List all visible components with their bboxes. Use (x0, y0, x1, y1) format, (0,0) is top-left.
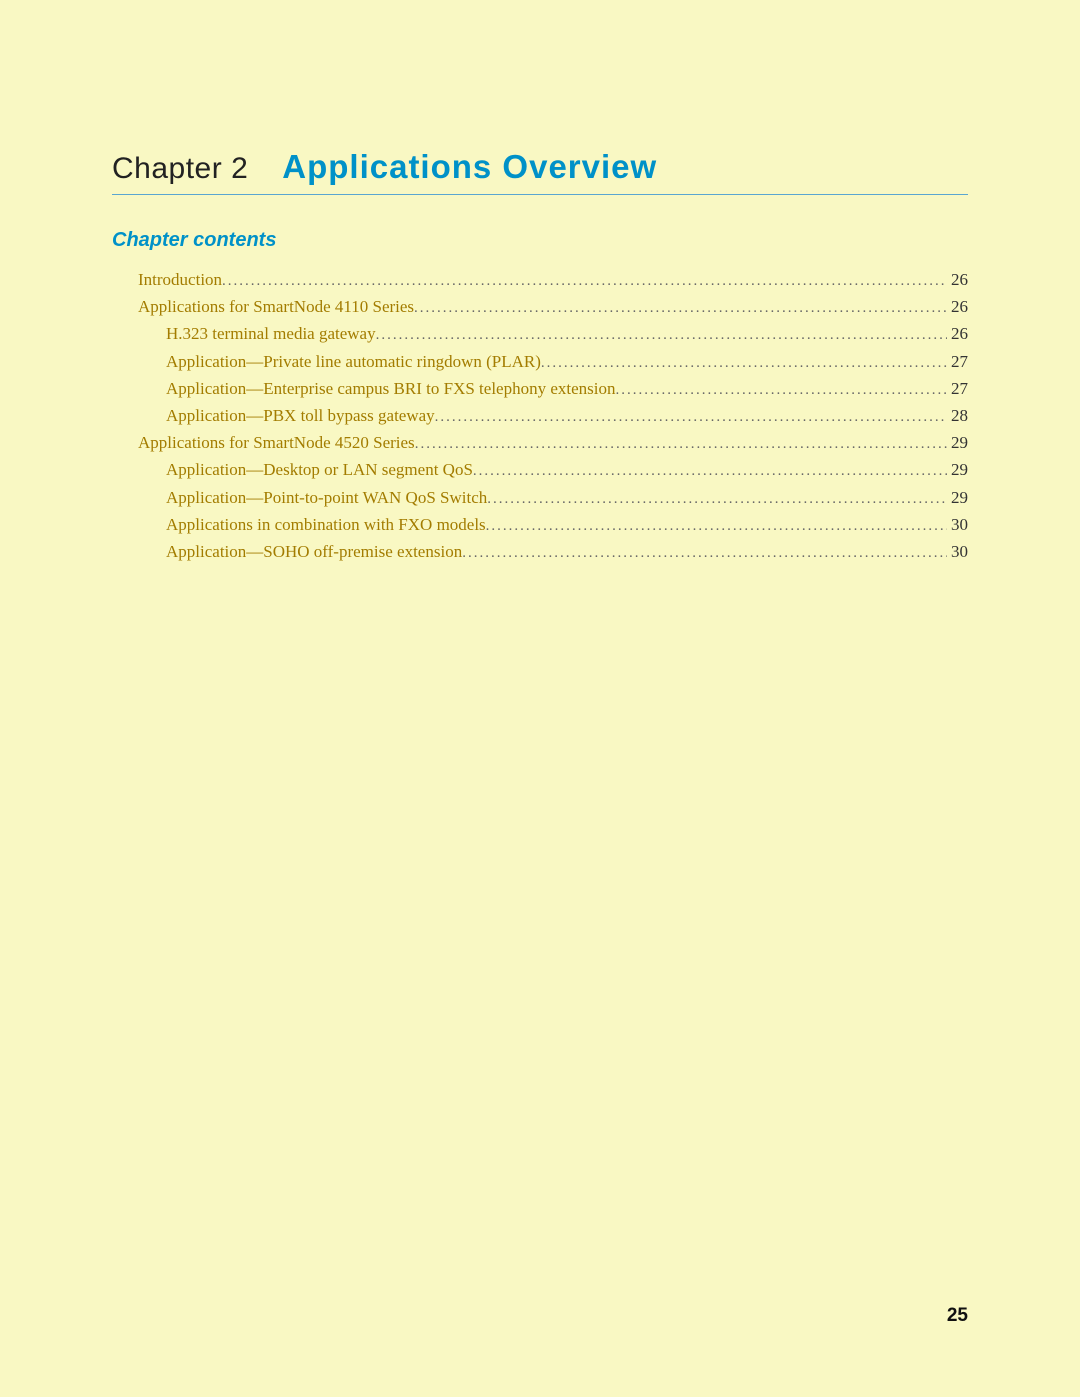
toc-entry-label: Application—Desktop or LAN segment QoS (166, 456, 473, 483)
chapter-heading: Chapter 2 Applications Overview (112, 148, 968, 195)
toc-leader-dots (435, 405, 947, 429)
toc-entry-label: Applications for SmartNode 4520 Series (138, 429, 415, 456)
chapter-title: Applications Overview (282, 148, 657, 185)
toc-entry[interactable]: H.323 terminal media gateway 26 (112, 320, 968, 347)
document-page: Chapter 2 Applications Overview Chapter … (0, 0, 1080, 565)
table-of-contents: Introduction26Applications for SmartNode… (112, 266, 968, 565)
toc-entry[interactable]: Application—PBX toll bypass gateway 28 (112, 402, 968, 429)
chapter-label: Chapter 2 (112, 152, 248, 185)
toc-entry[interactable]: Applications for SmartNode 4520 Series 2… (112, 429, 968, 456)
toc-leader-dots (462, 541, 947, 565)
toc-entry-page: 30 (947, 511, 968, 538)
toc-entry-label: Applications in combination with FXO mod… (166, 511, 486, 538)
toc-leader-dots (414, 296, 947, 320)
toc-entry-page: 27 (947, 348, 968, 375)
toc-entry-page: 29 (947, 456, 968, 483)
toc-entry-page: 27 (947, 375, 968, 402)
toc-entry-label: Introduction (138, 266, 222, 293)
toc-entry-label: Application—PBX toll bypass gateway (166, 402, 435, 429)
toc-entry[interactable]: Application—Private line automatic ringd… (112, 348, 968, 375)
toc-entry[interactable]: Application—SOHO off-premise extension 3… (112, 538, 968, 565)
toc-entry-page: 26 (947, 266, 968, 293)
toc-leader-dots (415, 432, 947, 456)
toc-leader-dots (473, 459, 947, 483)
toc-leader-dots (487, 487, 947, 511)
toc-entry-page: 28 (947, 402, 968, 429)
toc-entry[interactable]: Applications in combination with FXO mod… (112, 511, 968, 538)
toc-entry-label: Application—SOHO off-premise extension (166, 538, 462, 565)
toc-entry-label: H.323 terminal media gateway (166, 320, 376, 347)
contents-heading: Chapter contents (112, 229, 968, 252)
toc-entry[interactable]: Application—Enterprise campus BRI to FXS… (112, 375, 968, 402)
toc-entry-page: 26 (947, 293, 968, 320)
toc-leader-dots (541, 351, 947, 375)
toc-entry-label: Applications for SmartNode 4110 Series (138, 293, 414, 320)
toc-entry[interactable]: Applications for SmartNode 4110 Series 2… (112, 293, 968, 320)
toc-leader-dots (376, 323, 947, 347)
toc-entry-page: 29 (947, 484, 968, 511)
toc-leader-dots (486, 514, 947, 538)
toc-entry[interactable]: Application—Desktop or LAN segment QoS 2… (112, 456, 968, 483)
toc-entry-label: Application—Private line automatic ringd… (166, 348, 541, 375)
toc-leader-dots (616, 378, 948, 402)
toc-entry-page: 30 (947, 538, 968, 565)
toc-entry[interactable]: Application—Point-to-point WAN QoS Switc… (112, 484, 968, 511)
toc-entry[interactable]: Introduction 26 (112, 266, 968, 293)
page-number: 25 (947, 1305, 968, 1327)
toc-entry-label: Application—Enterprise campus BRI to FXS… (166, 375, 616, 402)
toc-leader-dots (222, 269, 947, 293)
toc-entry-page: 26 (947, 320, 968, 347)
toc-entry-label: Application—Point-to-point WAN QoS Switc… (166, 484, 487, 511)
toc-entry-page: 29 (947, 429, 968, 456)
